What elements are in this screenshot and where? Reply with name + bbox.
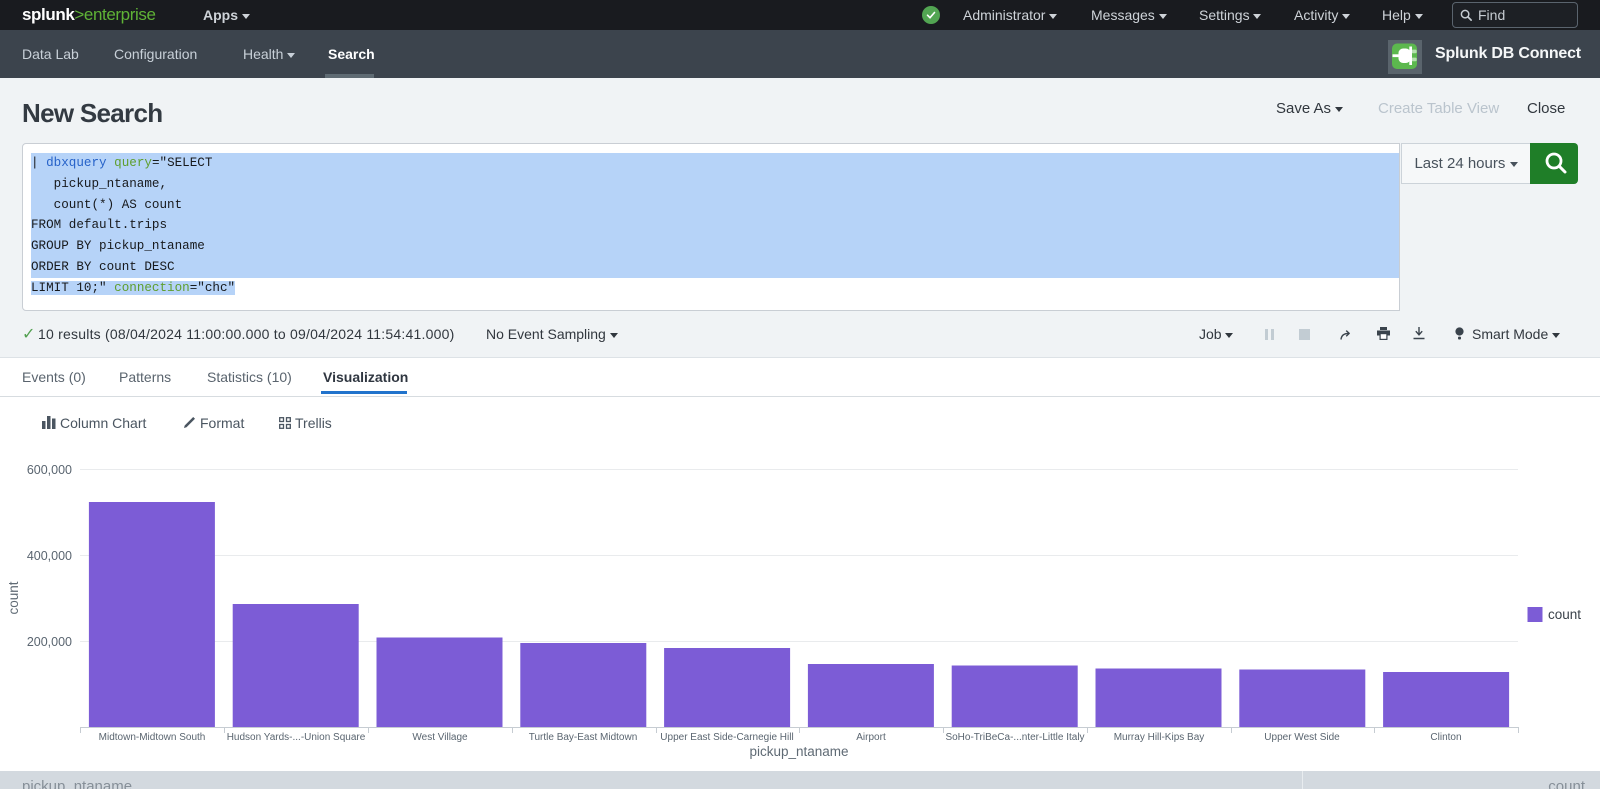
svg-text:Upper West Side: Upper West Side <box>1264 732 1340 743</box>
svg-text:count: count <box>1548 607 1581 622</box>
svg-text:West Village: West Village <box>412 732 468 743</box>
svg-text:Clinton: Clinton <box>1430 732 1461 743</box>
svg-text:Turtle Bay-East Midtown: Turtle Bay-East Midtown <box>529 732 638 743</box>
svg-text:Upper East Side-Carnegie Hill: Upper East Side-Carnegie Hill <box>660 732 793 743</box>
svg-text:count: count <box>6 581 21 614</box>
svg-text:400,000: 400,000 <box>27 549 72 563</box>
svg-text:Hudson Yards-...-Union Square: Hudson Yards-...-Union Square <box>227 732 366 743</box>
svg-text:pickup_ntaname: pickup_ntaname <box>749 744 848 759</box>
svg-text:200,000: 200,000 <box>27 635 72 649</box>
svg-text:Murray Hill-Kips Bay: Murray Hill-Kips Bay <box>1114 732 1205 743</box>
svg-text:Midtown-Midtown South: Midtown-Midtown South <box>99 732 206 743</box>
svg-text:600,000: 600,000 <box>27 463 72 477</box>
svg-text:Airport: Airport <box>856 732 886 743</box>
svg-text:SoHo-TriBeCa-...nter-Little It: SoHo-TriBeCa-...nter-Little Italy <box>945 732 1084 743</box>
